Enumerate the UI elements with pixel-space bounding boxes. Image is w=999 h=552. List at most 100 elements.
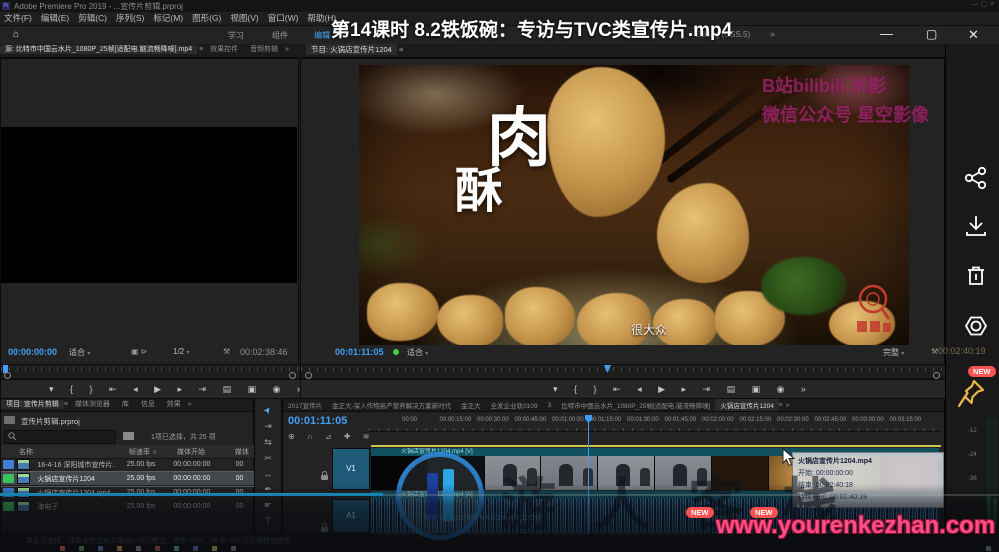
scrollbar-dot-right[interactable] (933, 372, 940, 379)
wrench-icon[interactable]: ⚒ (223, 347, 230, 356)
program-scrubber[interactable] (301, 364, 946, 379)
workspace-tab-edit[interactable]: 编辑 (314, 30, 330, 41)
taskbar-icon[interactable] (155, 545, 160, 551)
download-button[interactable] (963, 213, 989, 239)
timeline-ruler[interactable]: 00:00 00:00:15:00 00:00:30:00 00:00:45:0… (369, 417, 941, 432)
taskbar-icon[interactable] (174, 545, 179, 551)
media-browser-tab[interactable]: 媒体浏览器 (70, 400, 115, 409)
menu-sequence[interactable]: 序列(S) (116, 13, 144, 23)
sequence-tab-active[interactable]: 火锅店宣传片1204 (715, 399, 779, 411)
taskbar-tray-icon[interactable] (986, 545, 991, 551)
program-resolution-dropdown[interactable]: 完整 ▾ (883, 347, 904, 358)
scrollbar-dot-left[interactable] (4, 372, 11, 379)
tab-overflow-icon[interactable]: » (285, 46, 289, 53)
breadcrumb[interactable]: 宣传片剪辑.prproj (21, 416, 80, 427)
selection-tool[interactable]: ➤ (261, 404, 274, 416)
home-icon[interactable]: ⌂ (13, 29, 19, 40)
program-transport-row[interactable]: ▾ { } ⇤ ◂ ▶ ▸ ⇥ ▤ ▣ ◉ » (301, 379, 946, 400)
screen: Pr Adobe Premiere Pro 2019 - ...宣传片剪辑.pr… (0, 0, 999, 552)
scrollbar-dot-left[interactable] (305, 372, 312, 379)
menu-marker[interactable]: 标记(M) (153, 13, 183, 23)
sequence-tab[interactable]: 全发企业轨0109 (486, 399, 543, 411)
column-fps[interactable]: 帧速率 ∧ (129, 447, 177, 457)
column-media-end[interactable]: 媒体 (235, 447, 253, 457)
program-transport-icons[interactable]: ▾ { } ⇤ ◂ ▶ ▸ ⇥ ▤ ▣ ◉ » (553, 384, 813, 395)
taskbar-icon[interactable] (117, 545, 122, 551)
libraries-tab[interactable]: 库 (117, 400, 134, 409)
workspace-tab-learn[interactable]: 学习 (228, 30, 244, 41)
pin-button[interactable] (956, 378, 986, 410)
menu-window[interactable]: 窗口(W) (268, 13, 299, 23)
program-playhead[interactable] (604, 365, 611, 373)
program-fit-dropdown[interactable]: 适合 ▾ (407, 347, 428, 358)
source-monitor-tab[interactable]: 源: 比特市中国云水片_1080P_25帧[适配电.脑流畅降噪].mp4 (0, 45, 198, 54)
menu-clip[interactable]: 剪辑(C) (78, 13, 107, 23)
panel-menu-icon[interactable]: ≡ (64, 401, 68, 408)
taskbar-icon[interactable] (136, 545, 141, 551)
menu-edit[interactable]: 编辑(E) (41, 13, 69, 23)
sequence-tab[interactable]: 比特市中国云水片_1080P_25帧[适配电.脑流畅降噪] (556, 399, 715, 411)
audio-mixer-tab[interactable]: 音频剪辑 (245, 45, 283, 54)
workspace-tab-assembly[interactable]: 组件 (272, 30, 288, 41)
workspace-overflow-icon[interactable]: » (770, 29, 775, 39)
taskbar-icon[interactable] (79, 545, 84, 551)
sort-asc-icon: ∧ (151, 448, 158, 456)
project-tab[interactable]: 项目: 宣传片剪辑 (1, 400, 64, 409)
project-row[interactable]: 16-4-16 深阳城市宣传片. 25.00 fps 00:00:00:00 0… (1, 458, 255, 472)
label-color-chip[interactable] (3, 460, 14, 469)
trash-button[interactable] (963, 263, 989, 289)
effects-tab[interactable]: 效果 (162, 400, 186, 409)
taskbar-icon[interactable] (60, 545, 65, 551)
window-maximize-button[interactable]: ▢ (926, 27, 937, 41)
razor-tool[interactable]: ✂ (264, 453, 272, 464)
panel-menu-icon[interactable]: ≡ (779, 402, 783, 409)
menu-file[interactable]: 文件(F) (4, 13, 32, 23)
tab-overflow-icon[interactable]: » (188, 401, 192, 408)
panel-menu-icon[interactable]: ≡ (399, 45, 403, 54)
v1-lock-icon[interactable] (321, 471, 328, 480)
taskbar-icon[interactable] (231, 545, 236, 551)
sequence-tab[interactable]: 2017宣传片 (283, 399, 327, 411)
effect-controls-tab[interactable]: 效果控件 (205, 45, 243, 54)
slip-tool[interactable]: ↔ (264, 469, 273, 479)
search-icon (8, 432, 17, 441)
search-input[interactable] (4, 430, 116, 444)
record-button[interactable] (963, 313, 989, 339)
timeline-toolbar-icons[interactable]: ⊕ ∩ ⊿ ✚ ≋ (288, 432, 374, 441)
source-transport-icons[interactable]: ▾ { } ⇤ ◂ ▶ ▸ ⇥ ▤ ▣ ◉ » + (49, 384, 331, 395)
scrollbar-dot-right[interactable] (289, 372, 296, 379)
ripple-edit-tool[interactable]: ⇆ (264, 437, 272, 448)
menu-view[interactable]: 视图(V) (230, 13, 258, 23)
menu-graphics[interactable]: 图形(G) (192, 13, 221, 23)
os-taskbar[interactable] (0, 544, 999, 552)
column-name[interactable]: 名称 (19, 447, 129, 457)
source-fit-dropdown[interactable]: 适合 ▾ (69, 347, 90, 358)
clip-icon (16, 459, 31, 470)
share-button[interactable] (963, 165, 989, 191)
tab-overflow-icon[interactable]: » (786, 402, 790, 409)
new-bin-folder-icon[interactable] (123, 432, 134, 440)
program-monitor-tab[interactable]: 节目: 火锅店宣传片1204 (306, 44, 397, 55)
sequence-tab[interactable]: 金正大 (456, 399, 486, 411)
column-media-start[interactable]: 媒体开始 (177, 447, 235, 457)
row-end: 00 (235, 461, 244, 468)
window-minimize-button[interactable]: — (880, 26, 893, 41)
sequence-tab[interactable]: 金正大-深入作物高产营养解决方案新时代 (327, 399, 456, 411)
source-settings-icons[interactable]: ▣ ⊳ (131, 347, 147, 356)
source-resolution-dropdown[interactable]: 1/2 ▾ (173, 347, 189, 356)
sequence-tab[interactable]: 3 (543, 401, 557, 410)
source-transport-row[interactable]: ▾ { } ⇤ ◂ ▶ ▸ ⇥ ▤ ▣ ◉ » + (1, 379, 324, 400)
site-watermark: www.yourenkezhan.com (716, 512, 996, 539)
track-select-tool[interactable]: ⇥ (264, 421, 272, 432)
source-scrubber[interactable] (1, 364, 300, 379)
panel-menu-icon[interactable]: ≡ (199, 46, 203, 53)
project-breadcrumb-row: 宣传片剪辑.prproj (1, 414, 255, 427)
window-close-button[interactable]: ✕ (968, 27, 979, 43)
taskbar-icon[interactable] (193, 545, 198, 551)
titlebar-window-buttons[interactable]: — ▢ ✕ (972, 0, 995, 8)
info-tab[interactable]: 信息 (136, 400, 160, 409)
taskbar-icon[interactable] (98, 545, 103, 551)
label-color-chip[interactable] (3, 474, 14, 483)
taskbar-icon[interactable] (212, 545, 217, 551)
program-controls-row: 00:01:11:05 适合 ▾ 完整 ▾ ⚒ (301, 344, 946, 360)
